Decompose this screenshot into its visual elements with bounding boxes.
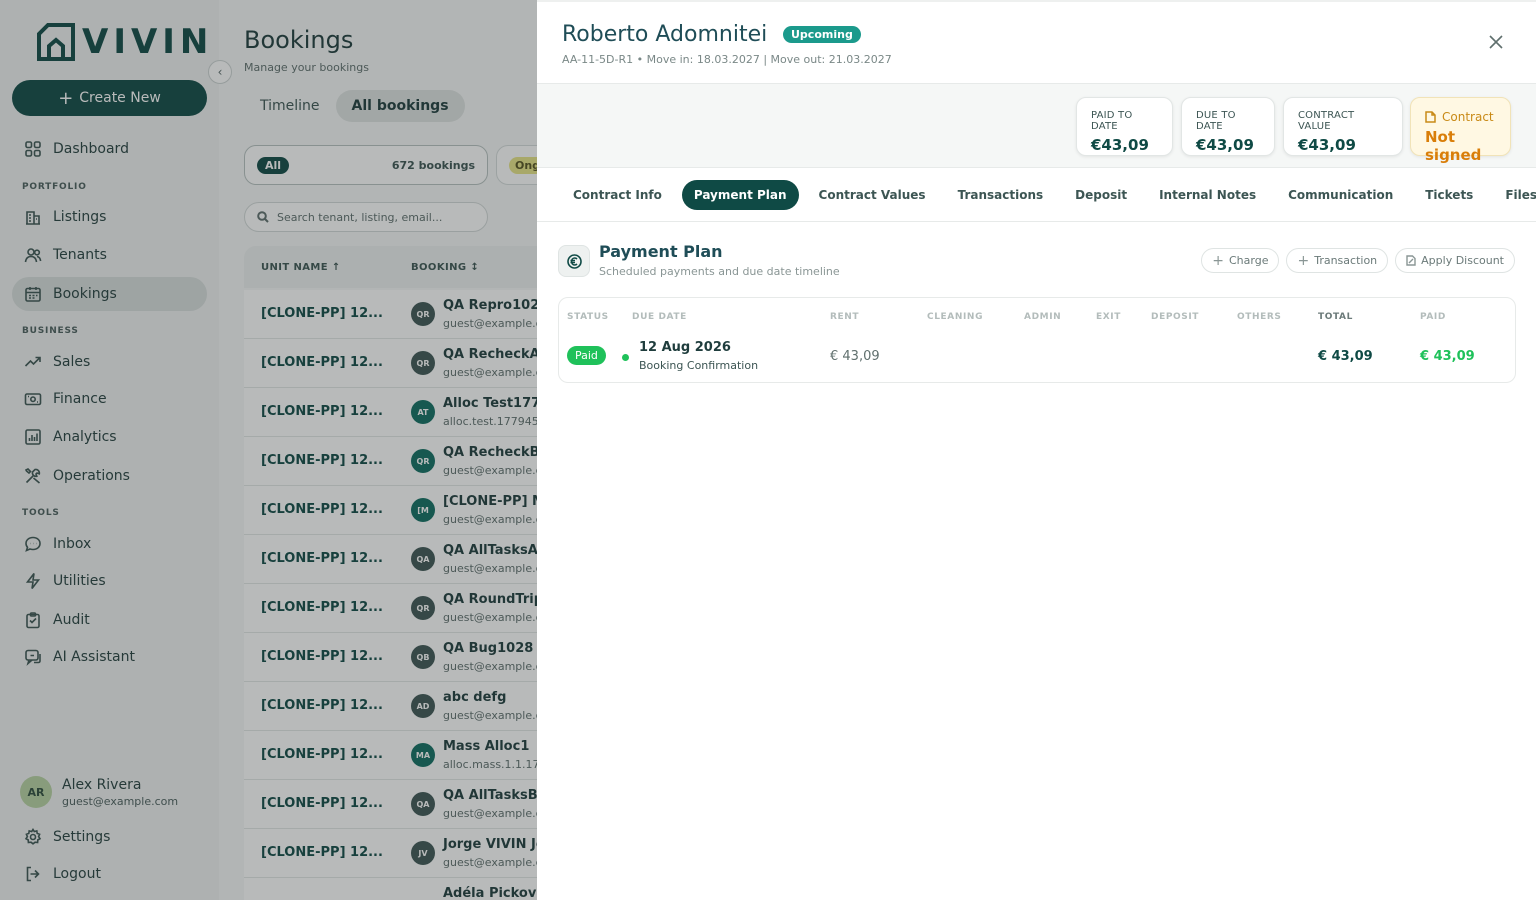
contract-label: Contract: [1425, 110, 1496, 124]
tab-contract-info[interactable]: Contract Info: [561, 180, 674, 210]
stat-contract-value: CONTRACT VALUE €43,09: [1283, 97, 1403, 156]
tab-deposit[interactable]: Deposit: [1063, 180, 1139, 210]
drawer-header: Roberto Adomnitei Upcoming AA-11-5D-R1 •…: [537, 2, 1536, 84]
tab-tickets[interactable]: Tickets: [1413, 180, 1485, 210]
due-description: Booking Confirmation: [639, 359, 759, 372]
column-exit: EXIT: [1096, 312, 1121, 322]
total-amount: € 43,09: [1318, 349, 1373, 364]
stat-value: €43,09: [1196, 136, 1254, 154]
close-icon: [1489, 35, 1503, 49]
modal-backdrop[interactable]: [0, 0, 537, 900]
document-icon: [1425, 111, 1436, 123]
paid-amount: € 43,09: [1420, 349, 1475, 364]
column-others: OTHERS: [1237, 312, 1282, 322]
stat-value: €43,09: [1298, 136, 1356, 154]
stat-value: €43,09: [1091, 136, 1149, 154]
tab-contract-values[interactable]: Contract Values: [807, 180, 938, 210]
apply-discount-button[interactable]: Apply Discount: [1395, 248, 1515, 273]
contract-label-text: Contract: [1442, 110, 1494, 124]
button-label: Transaction: [1314, 254, 1378, 267]
payment-status-badge: Paid: [567, 346, 606, 365]
stat-label: CONTRACT VALUE: [1298, 110, 1355, 132]
payment-plan-actions: + Charge + Transaction Apply Discount: [1201, 248, 1515, 273]
contract-status-card[interactable]: Contract Not signed: [1410, 97, 1511, 164]
button-label: Charge: [1229, 254, 1269, 267]
button-label: Apply Discount: [1421, 254, 1504, 267]
status-dot: [622, 354, 629, 361]
stat-label: PAID TO DATE: [1091, 110, 1133, 132]
column-total: TOTAL: [1318, 312, 1353, 322]
column-rent: RENT: [830, 312, 860, 322]
drawer-tabs: Contract Info Payment Plan Contract Valu…: [561, 180, 1536, 210]
plus-icon: +: [1297, 252, 1310, 269]
tenant-name: Roberto Adomnitei: [562, 22, 768, 47]
discount-icon: [1406, 255, 1416, 266]
column-due-date: DUE DATE: [632, 312, 687, 322]
tab-communication[interactable]: Communication: [1276, 180, 1405, 210]
section-subtitle: Scheduled payments and due date timeline: [599, 265, 840, 278]
column-deposit: DEPOSIT: [1151, 312, 1200, 322]
column-paid: PAID: [1420, 312, 1446, 322]
column-status: STATUS: [567, 312, 609, 322]
stat-paid-to-date: PAID TO DATE €43,09: [1076, 97, 1173, 156]
plus-icon: +: [1212, 252, 1224, 269]
due-date: 12 Aug 2026: [639, 340, 731, 355]
stat-due-to-date: DUE TO DATE €43,09: [1181, 97, 1275, 156]
stats-band: PAID TO DATE €43,09 DUE TO DATE €43,09 C…: [537, 84, 1536, 168]
column-cleaning: CLEANING: [927, 312, 984, 322]
contract-value: Not signed: [1425, 128, 1482, 164]
euro-icon: [558, 245, 590, 277]
tab-files[interactable]: Files: [1493, 180, 1536, 210]
booking-detail-drawer: Roberto Adomnitei Upcoming AA-11-5D-R1 •…: [537, 0, 1536, 900]
add-transaction-button[interactable]: + Transaction: [1286, 248, 1389, 273]
status-badge: Upcoming: [783, 26, 861, 43]
close-button[interactable]: [1486, 32, 1506, 52]
booking-meta: AA-11-5D-R1 • Move in: 18.03.2027 | Move…: [562, 53, 892, 66]
section-title: Payment Plan: [599, 242, 723, 261]
tab-transactions[interactable]: Transactions: [946, 180, 1056, 210]
tab-internal-notes[interactable]: Internal Notes: [1147, 180, 1268, 210]
rent-amount: € 43,09: [830, 349, 880, 364]
stat-label: DUE TO DATE: [1196, 110, 1236, 132]
payment-plan-table: STATUS DUE DATE RENT CLEANING ADMIN EXIT…: [558, 297, 1516, 383]
tab-payment-plan[interactable]: Payment Plan: [681, 180, 799, 210]
divider: [537, 221, 1536, 222]
column-admin: ADMIN: [1024, 312, 1062, 322]
add-charge-button[interactable]: + Charge: [1201, 248, 1280, 273]
